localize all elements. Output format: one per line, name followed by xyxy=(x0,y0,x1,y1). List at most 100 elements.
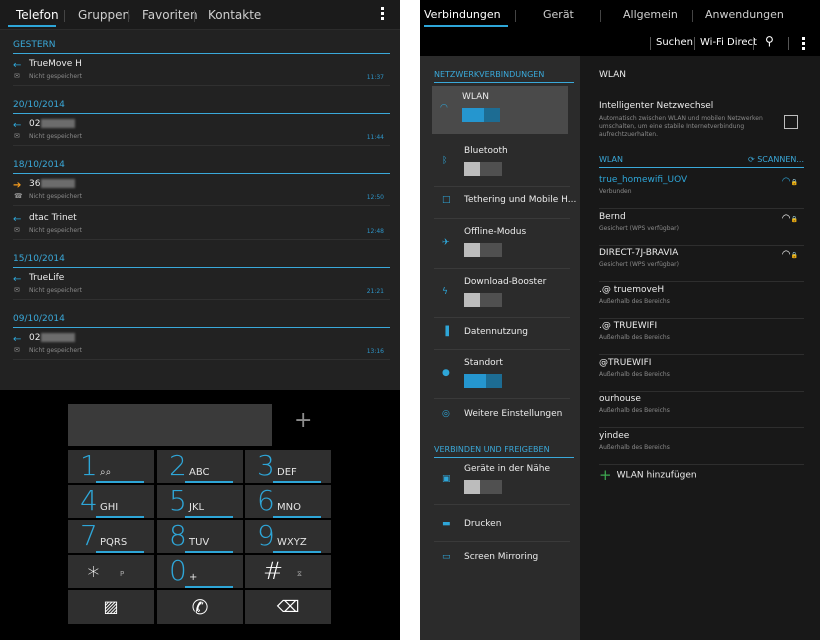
phone-screen: Telefon Gruppen Favoriten Kontakte GESTE… xyxy=(0,0,400,640)
key-underline xyxy=(273,551,321,553)
tab-verbindungen[interactable]: Verbindungen xyxy=(424,8,501,21)
wifi-network-item[interactable]: .@ TRUEWIFI Außerhalb des Bereichs xyxy=(599,318,804,355)
call-button[interactable]: ✆ xyxy=(157,590,243,624)
search-button[interactable]: Suchen xyxy=(656,37,693,48)
tab-favoriten[interactable]: Favoriten xyxy=(142,8,198,22)
smart-switch-title[interactable]: Intelligenter Netzwechsel xyxy=(599,101,713,111)
nearby-devices-toggle[interactable] xyxy=(464,480,502,494)
dial-letters: ⌕⌕ xyxy=(100,467,112,478)
dial-key[interactable]: 9 WXYZ xyxy=(245,519,331,553)
add-contact-button[interactable]: + xyxy=(294,408,312,433)
menu-item-offline-modus[interactable]: ✈ Offline-Modus xyxy=(434,221,570,268)
wifi-toggle[interactable] xyxy=(462,108,500,122)
menu-item-datennutzung[interactable]: ▐ Datennutzung xyxy=(434,319,570,349)
date-header: 20/10/2014 xyxy=(13,100,390,114)
menu-item-tethering-und-mobile-h[interactable]: □ Tethering und Mobile H... xyxy=(434,186,576,218)
network-ssid: Bernd xyxy=(599,211,626,222)
call-log-entry[interactable]: ← 02 ✉ Nicht gespeichert 11:44 xyxy=(13,118,390,146)
incoming-call-icon: ← xyxy=(13,120,22,131)
call-log-entry[interactable]: ➔ 36 ☎ Nicht gespeichert 12:50 xyxy=(13,178,390,206)
wifi-network-item[interactable]: true_homewifi_UOV Verbunden ◠🔒 xyxy=(599,172,804,209)
contacts-button[interactable]: ▨ xyxy=(68,590,154,624)
section-network: NETZWERKVERBINDUNGEN xyxy=(434,70,574,83)
airplane-toggle[interactable] xyxy=(464,243,502,257)
message-icon: ✉ xyxy=(14,226,20,234)
smart-switch-checkbox[interactable] xyxy=(784,115,798,129)
dial-key[interactable]: 5 JKL xyxy=(157,484,243,518)
call-log-entry[interactable]: ← TrueLife ✉ Nicht gespeichert 21:21 xyxy=(13,272,390,300)
tab-divider xyxy=(692,10,693,22)
dial-key[interactable]: 6 MNO xyxy=(245,484,331,518)
tab-geraet[interactable]: Gerät xyxy=(543,8,574,21)
dial-key[interactable]: 3 DEF xyxy=(245,449,331,483)
active-tab-indicator xyxy=(8,25,56,27)
scan-button[interactable]: ⟳ SCANNEN... xyxy=(748,155,804,164)
wifi-direct-button[interactable]: Wi-Fi Direct xyxy=(700,37,757,48)
settings-screen: Verbindungen Gerät Allgemein Anwendungen… xyxy=(420,0,820,640)
menu-item-label: Datennutzung xyxy=(464,327,528,337)
wifi-network-item[interactable]: .@ truemoveH Außerhalb des Bereichs xyxy=(599,282,804,319)
bluetooth-toggle[interactable] xyxy=(464,162,502,176)
location-toggle[interactable] xyxy=(464,374,502,388)
call-icon: ☎ xyxy=(14,192,23,200)
wifi-network-item[interactable]: yindee Außerhalb des Bereichs xyxy=(599,428,804,465)
dial-key[interactable]: 8 TUV xyxy=(157,519,243,553)
delete-button[interactable]: ⌫ xyxy=(245,590,331,624)
overflow-menu-icon[interactable] xyxy=(802,37,805,52)
booster-toggle[interactable] xyxy=(464,293,502,307)
search-icon[interactable]: ⚲ xyxy=(765,34,774,48)
wifi-network-item[interactable]: @TRUEWIFI Außerhalb des Bereichs xyxy=(599,355,804,392)
tab-kontakte[interactable]: Kontakte xyxy=(208,8,261,22)
call-time: 21:21 xyxy=(366,288,384,295)
dial-key[interactable]: 0 + xyxy=(157,554,243,588)
dial-letters: MNO xyxy=(277,502,301,513)
toggle-knob xyxy=(464,480,480,494)
wifi-network-item[interactable]: Bernd Gesichert (WPS verfügbar) ◠🔒 xyxy=(599,209,804,246)
key-underline xyxy=(96,551,144,553)
number-input[interactable] xyxy=(68,404,272,446)
contact-status: Nicht gespeichert xyxy=(29,73,82,80)
menu-item-screen-mirroring[interactable]: ▭ Screen Mirroring xyxy=(434,544,570,574)
redacted-number xyxy=(41,333,76,342)
menu-item-weitere-einstellungen[interactable]: ◎ Weitere Einstellungen xyxy=(434,400,570,432)
dial-digit: 0 xyxy=(169,554,187,587)
toggle-knob xyxy=(464,162,480,176)
dial-key[interactable]: 2 ABC xyxy=(157,449,243,483)
menu-item-standort[interactable]: ● Standort xyxy=(434,352,570,398)
add-wlan-button[interactable]: + WLAN hinzufügen xyxy=(599,466,697,484)
tab-anwendungen[interactable]: Anwendungen xyxy=(705,8,784,21)
call-log-entry[interactable]: ← TrueMove H ✉ Nicht gespeichert 11:37 xyxy=(13,58,390,86)
airplane-icon: ✈ xyxy=(442,238,450,248)
tab-telefon[interactable]: Telefon xyxy=(16,8,59,22)
menu-item-download-booster[interactable]: ϟ Download-Booster xyxy=(434,271,570,317)
tab-allgemein[interactable]: Allgemein xyxy=(623,8,678,21)
dial-key[interactable]: # ⧖ xyxy=(245,555,331,588)
tab-gruppen[interactable]: Gruppen xyxy=(78,8,130,22)
dial-digit: 8 xyxy=(169,519,187,552)
incoming-call-icon: ← xyxy=(13,214,22,225)
bluetooth-icon: ᛒ xyxy=(442,156,448,166)
dial-key[interactable]: 7 PQRS xyxy=(68,519,154,553)
message-icon: ✉ xyxy=(14,132,20,140)
wifi-network-item[interactable]: ourhouse Außerhalb des Bereichs xyxy=(599,391,804,428)
wifi-network-item[interactable]: DIRECT-7J-BRAVIA Gesichert (WPS verfügbar… xyxy=(599,245,804,282)
action-divider xyxy=(694,37,695,50)
menu-item-bluetooth[interactable]: ᛒ Bluetooth xyxy=(434,140,570,186)
dial-key[interactable]: 4 GHI xyxy=(68,484,154,518)
overflow-menu-icon[interactable] xyxy=(381,7,384,22)
settings-tab-bar: Verbindungen Gerät Allgemein Anwendungen xyxy=(420,0,820,30)
phone-icon: ✆ xyxy=(191,595,209,619)
menu-item-ger-te-in-der-n-he[interactable]: ▣ Geräte in der Nähe xyxy=(434,458,570,504)
dial-key[interactable]: ∗ P xyxy=(68,555,154,588)
menu-item-drucken[interactable]: ▬ Drucken xyxy=(434,511,570,541)
menu-item-label: Weitere Einstellungen xyxy=(464,409,563,419)
dial-key[interactable]: 1 ⌕⌕ xyxy=(68,449,154,483)
network-ssid: DIRECT-7J-BRAVIA xyxy=(599,248,679,258)
call-log-entry[interactable]: ← 02 ✉ Nicht gespeichert 13:16 xyxy=(13,332,390,360)
network-ssid: .@ truemoveH xyxy=(599,284,665,295)
menu-item-wlan[interactable]: ◠ WLAN xyxy=(432,86,568,134)
call-log-entry[interactable]: ← dtac Trinet ✉ Nicht gespeichert 12:48 xyxy=(13,212,390,240)
plus-icon: + xyxy=(599,466,612,484)
contact-status: Nicht gespeichert xyxy=(29,347,82,354)
tab-divider xyxy=(515,10,516,22)
